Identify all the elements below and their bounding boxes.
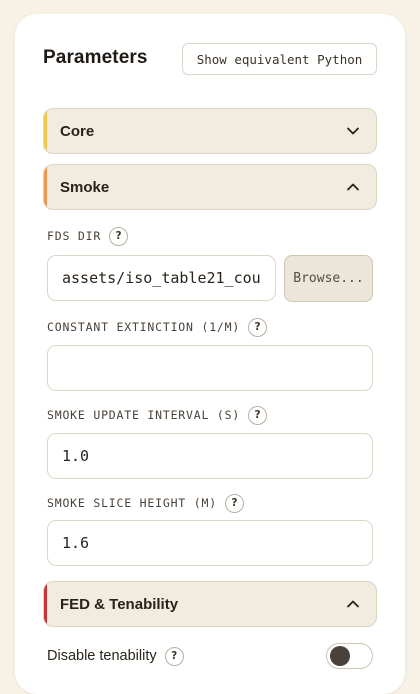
section-fed-label: FED & Tenability [60,595,179,613]
help-icon[interactable]: ? [164,646,184,666]
chevron-up-icon [347,183,359,191]
toggle-knob [330,646,350,666]
section-accent-fed [44,582,47,626]
disable-tenability-toggle[interactable] [326,643,373,669]
section-accent-smoke [44,165,47,209]
show-python-button[interactable]: Show equivalent Python [182,43,377,75]
fds-dir-label: FDS DIR [47,229,102,243]
disable-tenability-field-label: Disable tenability ? [47,645,184,667]
smoke-update-interval-field-label: SMOKE UPDATE INTERVAL (S) ? [47,405,268,425]
help-icon[interactable]: ? [109,226,129,246]
smoke-slice-height-input[interactable] [47,520,373,566]
section-smoke-header[interactable]: Smoke [43,164,377,210]
help-icon[interactable]: ? [248,317,268,337]
section-core-header[interactable]: Core [43,108,377,154]
fds-dir-field-label: FDS DIR ? [47,226,129,246]
help-icon[interactable]: ? [248,405,268,425]
browse-button[interactable]: Browse... [284,255,373,302]
smoke-slice-height-field-label: SMOKE SLICE HEIGHT (M) ? [47,493,244,513]
fds-dir-input[interactable] [47,255,276,301]
section-smoke-label: Smoke [60,178,110,196]
constant-extinction-input[interactable] [47,345,373,391]
section-fed-header[interactable]: FED & Tenability [43,581,377,627]
constant-extinction-field-label: CONSTANT EXTINCTION (1/M) ? [47,317,268,337]
constant-extinction-label: CONSTANT EXTINCTION (1/M) [47,320,241,334]
smoke-update-interval-input[interactable] [47,433,373,479]
section-core-label: Core [60,122,95,140]
help-icon[interactable]: ? [224,493,244,513]
chevron-up-icon [347,600,359,608]
section-accent-core [44,109,47,153]
smoke-slice-height-label: SMOKE SLICE HEIGHT (M) [47,496,217,510]
panel-title: Parameters [43,47,148,68]
chevron-down-icon [347,127,359,135]
smoke-update-interval-label: SMOKE UPDATE INTERVAL (S) [47,408,241,422]
disable-tenability-label: Disable tenability [47,648,157,664]
